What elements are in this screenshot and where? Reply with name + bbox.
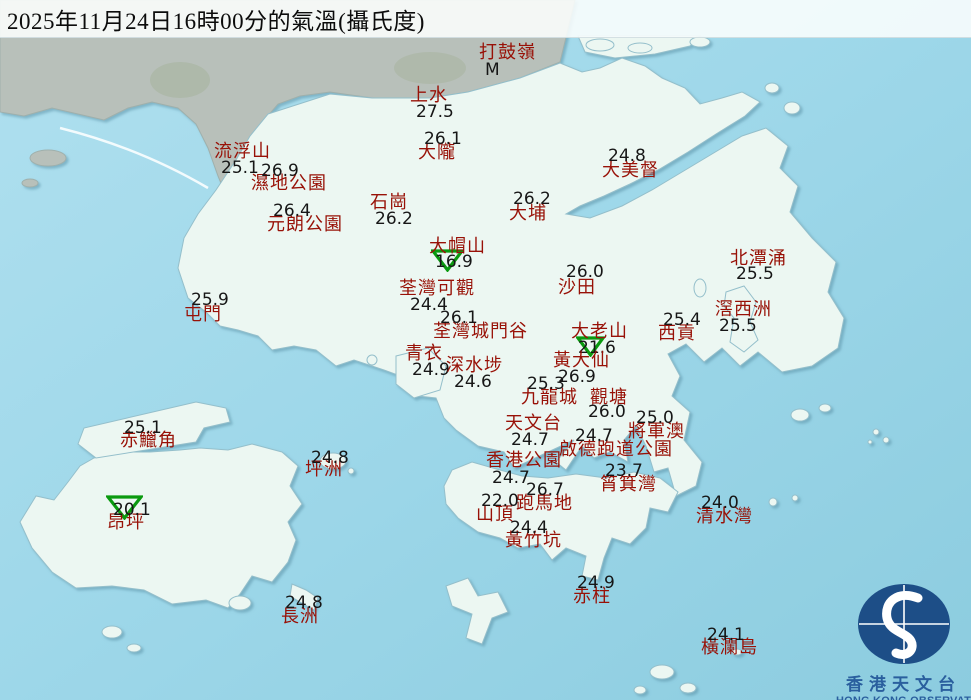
station-value: 24.8 — [311, 448, 349, 468]
station-value: 25.5 — [736, 264, 774, 284]
title-bar: 2025年11月24日16時00分的氣溫(攝氏度) — [0, 0, 971, 38]
station-value: 23.7 — [605, 461, 643, 481]
hko-name-english: HONG KONG OBSERVATORY — [836, 695, 971, 700]
hko-emblem-icon — [857, 584, 950, 664]
station-value: 27.5 — [416, 102, 454, 122]
temperature-map-screen: 打鼓嶺 M 上水 27.5 大隴 26.1 大美督 24.8 流浮山 25.1 濕地公園 26.9 元朗… — [0, 0, 971, 700]
station-value: 22.0 — [481, 491, 519, 511]
station-value: 26.2 — [375, 209, 413, 229]
station-value: 25.1 — [124, 418, 162, 438]
station-value: 26.1 — [440, 308, 478, 328]
station-value: 24.4 — [510, 518, 548, 538]
station-value: M — [485, 60, 500, 80]
station-value: 24.8 — [285, 593, 323, 613]
station-value: 24.7 — [511, 430, 549, 450]
hko-name-chinese: 香港天文台 — [846, 675, 961, 695]
station-labels-layer: 打鼓嶺 M 上水 27.5 大隴 26.1 大美督 24.8 流浮山 25.1 濕地公園 26.9 元朗… — [0, 0, 971, 700]
station-value: 26.1 — [424, 129, 462, 149]
station-value: 26.2 — [513, 189, 551, 209]
station-value: 20.1 — [113, 500, 151, 520]
map-title: 2025年11月24日16時00分的氣溫(攝氏度) — [7, 8, 425, 34]
station-value: 26.0 — [588, 402, 626, 422]
hko-logo: 香港天文台 HONG KONG OBSERVATORY — [836, 582, 971, 700]
station-value: 25.9 — [191, 290, 229, 310]
station-value: 24.7 — [575, 426, 613, 446]
station-value: 16.9 — [435, 252, 473, 272]
station-value: 25.0 — [636, 408, 674, 428]
station-value: 24.9 — [412, 360, 450, 380]
station-value: 26.4 — [273, 201, 311, 221]
station-value: 25.3 — [527, 374, 565, 394]
station-value: 26.9 — [261, 161, 299, 181]
station-value: 24.9 — [577, 573, 615, 593]
station-value: 24.7 — [492, 468, 530, 488]
station-value: 24.1 — [707, 625, 745, 645]
station-value: 25.4 — [663, 310, 701, 330]
station-value: 24.0 — [701, 493, 739, 513]
station-value: 24.6 — [454, 372, 492, 392]
station-value: 24.8 — [608, 146, 646, 166]
station-value: 26.7 — [526, 480, 564, 500]
station-value: 25.5 — [719, 316, 757, 336]
station-value: 26.0 — [566, 262, 604, 282]
